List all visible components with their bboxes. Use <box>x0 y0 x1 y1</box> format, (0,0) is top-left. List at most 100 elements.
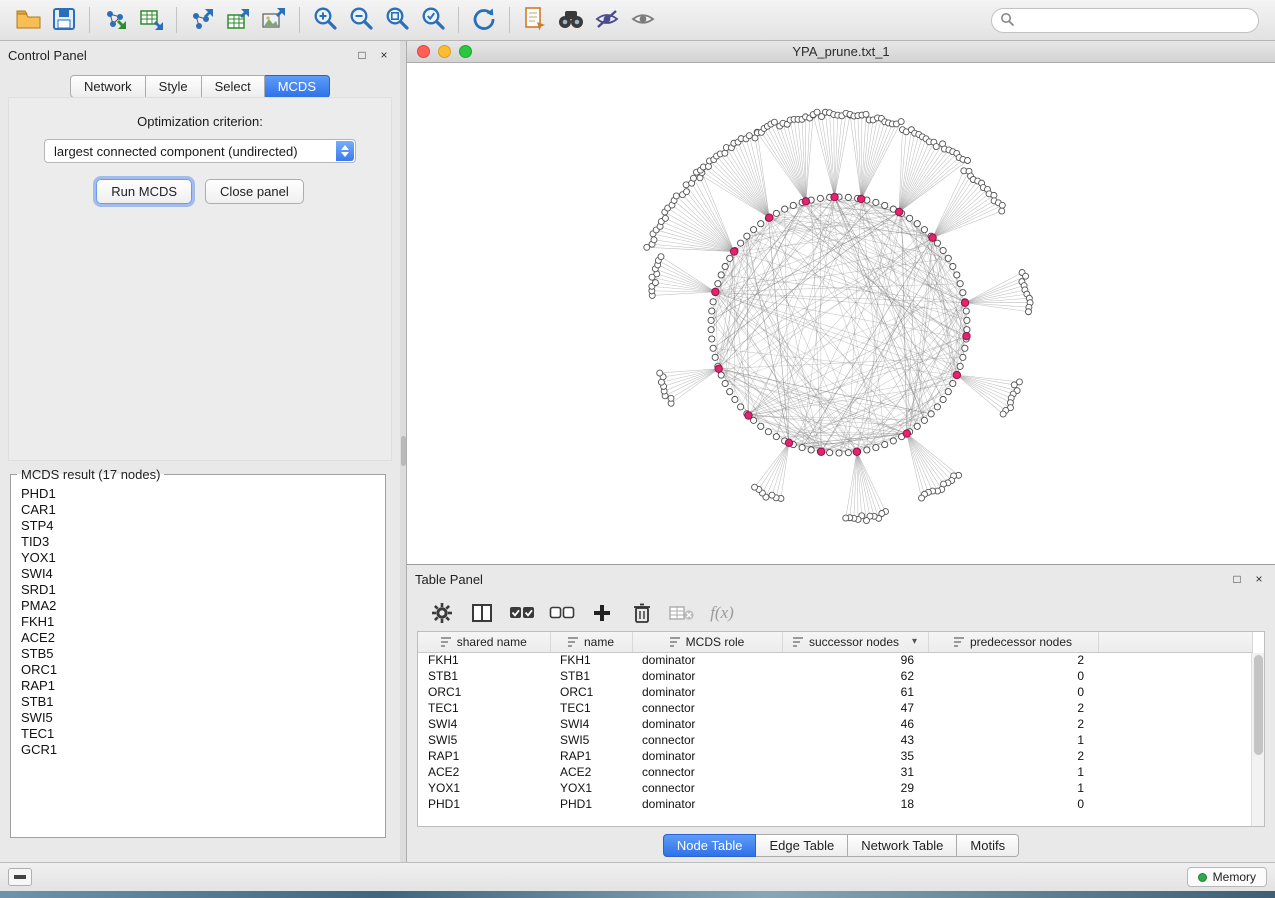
table-cell-filler <box>1098 684 1252 700</box>
table-row[interactable]: SWI4SWI4dominator462 <box>418 716 1252 732</box>
table-cell: 62 <box>782 668 928 684</box>
close-panel-icon[interactable]: × <box>376 47 392 63</box>
window-close-icon[interactable] <box>417 45 430 58</box>
add-column-button[interactable] <box>589 600 615 626</box>
table-row[interactable]: FKH1FKH1dominator962 <box>418 652 1252 668</box>
table-cell: 46 <box>782 716 928 732</box>
result-list-item[interactable]: SRD1 <box>21 582 375 598</box>
result-list-item[interactable]: PMA2 <box>21 598 375 614</box>
export-table-button[interactable] <box>220 4 256 36</box>
float-panel-icon[interactable]: □ <box>354 47 370 63</box>
tab-node-table[interactable]: Node Table <box>663 834 757 857</box>
select-all-button[interactable] <box>509 600 535 626</box>
result-list-item[interactable]: GCR1 <box>21 742 375 758</box>
tab-style[interactable]: Style <box>146 75 202 98</box>
export-image-button[interactable] <box>256 4 292 36</box>
refresh-view-button[interactable] <box>466 4 502 36</box>
optimization-criterion-select[interactable]: largest connected component (undirected) <box>44 139 356 163</box>
window-minimize-icon[interactable] <box>438 45 451 58</box>
table-cell-filler <box>1098 748 1252 764</box>
control-panel-scrollbar[interactable] <box>400 41 407 862</box>
show-graphics-button[interactable] <box>625 4 661 36</box>
result-list-item[interactable]: ACE2 <box>21 630 375 646</box>
table-row[interactable]: SWI5SWI5connector431 <box>418 732 1252 748</box>
table-row[interactable]: ORC1ORC1dominator610 <box>418 684 1252 700</box>
column-header[interactable]: predecessor nodes <box>928 632 1098 652</box>
tab-network[interactable]: Network <box>70 75 146 98</box>
result-list-item[interactable]: ORC1 <box>21 662 375 678</box>
slashed-eye-icon <box>594 8 620 33</box>
column-sort-icon <box>670 637 681 647</box>
tab-mcds[interactable]: MCDS <box>265 75 330 98</box>
column-menu-icon[interactable]: ▾ <box>912 636 917 647</box>
result-list-item[interactable]: CAR1 <box>21 502 375 518</box>
close-panel-icon[interactable]: × <box>1251 571 1267 587</box>
float-panel-icon[interactable]: □ <box>1229 571 1245 587</box>
result-list-item[interactable]: STP4 <box>21 518 375 534</box>
zoom-fit-button[interactable] <box>379 4 415 36</box>
table-row[interactable]: ACE2ACE2connector311 <box>418 764 1252 780</box>
tab-network-table[interactable]: Network Table <box>848 834 957 857</box>
result-list-item[interactable]: TEC1 <box>21 726 375 742</box>
result-list-item[interactable]: SWI5 <box>21 710 375 726</box>
table-row[interactable]: YOX1YOX1connector291 <box>418 780 1252 796</box>
result-list-item[interactable]: YOX1 <box>21 550 375 566</box>
table-scrollbar-thumb[interactable] <box>1254 655 1263 755</box>
result-list-item[interactable]: PHD1 <box>21 486 375 502</box>
result-list-item[interactable]: FKH1 <box>21 614 375 630</box>
table-settings-button[interactable] <box>429 600 455 626</box>
table-cell: SWI4 <box>418 716 550 732</box>
tab-edge-table[interactable]: Edge Table <box>756 834 848 857</box>
table-row[interactable]: STB1STB1dominator620 <box>418 668 1252 684</box>
table-row[interactable]: TEC1TEC1connector472 <box>418 700 1252 716</box>
network-canvas[interactable] <box>407 63 1275 564</box>
column-header[interactable]: successor nodes▾ <box>782 632 928 652</box>
search-input[interactable] <box>1020 13 1250 27</box>
table-row[interactable]: PHD1PHD1dominator180 <box>418 796 1252 812</box>
table-cell: 1 <box>928 764 1098 780</box>
import-network-button[interactable] <box>97 4 133 36</box>
result-list-item[interactable]: RAP1 <box>21 678 375 694</box>
zoom-selected-button[interactable] <box>415 4 451 36</box>
network-search-button[interactable] <box>553 4 589 36</box>
open-file-button[interactable] <box>10 4 46 36</box>
function-builder-button[interactable]: f(x) <box>709 600 735 626</box>
table-cell: 61 <box>782 684 928 700</box>
save-session-button[interactable] <box>46 4 82 36</box>
table-cell: dominator <box>632 796 782 812</box>
refresh-icon <box>471 6 497 35</box>
hide-graphics-button[interactable] <box>589 4 625 36</box>
annotation-button[interactable] <box>517 4 553 36</box>
column-header[interactable]: name <box>550 632 632 652</box>
show-columns-button[interactable] <box>469 600 495 626</box>
table-cell: 2 <box>928 748 1098 764</box>
table-cell-filler <box>1098 780 1252 796</box>
result-list-item[interactable]: STB5 <box>21 646 375 662</box>
result-list-item[interactable]: TID3 <box>21 534 375 550</box>
table-row[interactable]: RAP1RAP1dominator352 <box>418 748 1252 764</box>
column-header[interactable]: shared name <box>418 632 550 652</box>
result-list-item[interactable]: SWI4 <box>21 566 375 582</box>
memory-button[interactable]: Memory <box>1187 867 1267 887</box>
deselect-all-button[interactable] <box>549 600 575 626</box>
open-folder-icon <box>15 8 41 33</box>
delete-table-button[interactable] <box>669 600 695 626</box>
table-scrollbar[interactable] <box>1251 653 1264 826</box>
eye-icon <box>630 8 656 33</box>
network-window-titlebar[interactable]: YPA_prune.txt_1 <box>407 41 1275 63</box>
table-cell: SWI5 <box>550 732 632 748</box>
close-panel-button[interactable]: Close panel <box>205 179 304 204</box>
tab-select[interactable]: Select <box>202 75 265 98</box>
status-menu-button[interactable] <box>8 868 32 886</box>
export-table-icon <box>225 7 251 34</box>
zoom-out-button[interactable] <box>343 4 379 36</box>
column-header[interactable]: MCDS role <box>632 632 782 652</box>
window-maximize-icon[interactable] <box>459 45 472 58</box>
tab-motifs[interactable]: Motifs <box>957 834 1019 857</box>
run-mcds-button[interactable]: Run MCDS <box>96 179 192 204</box>
result-list-item[interactable]: STB1 <box>21 694 375 710</box>
delete-column-button[interactable] <box>629 600 655 626</box>
zoom-in-button[interactable] <box>307 4 343 36</box>
import-table-button[interactable] <box>133 4 169 36</box>
export-network-button[interactable] <box>184 4 220 36</box>
